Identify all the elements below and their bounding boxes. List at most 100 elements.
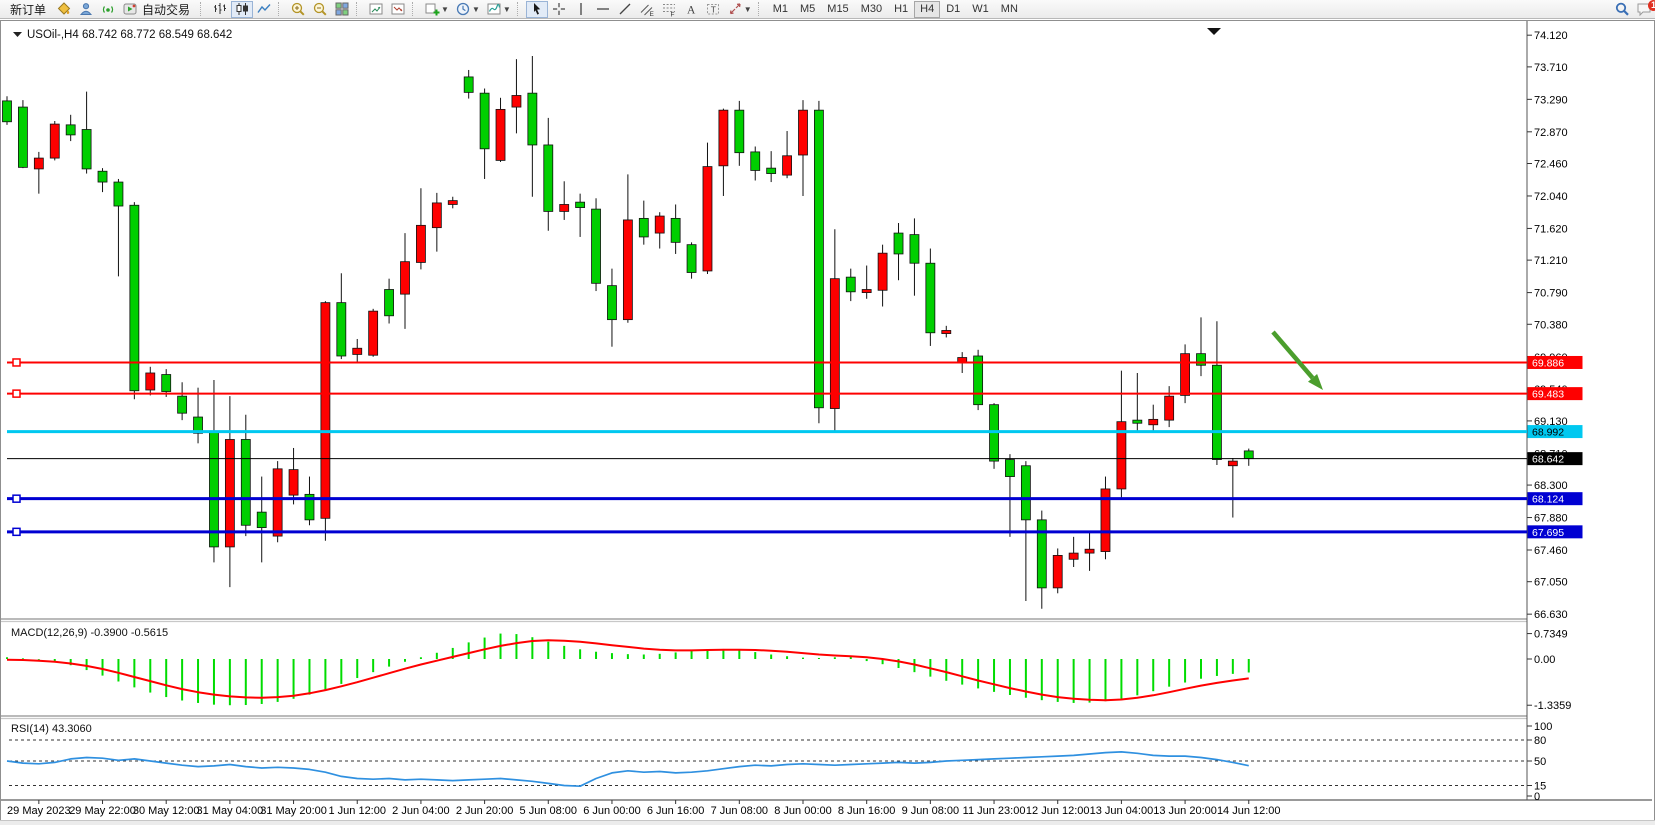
candlestick-chart-icon[interactable] — [231, 1, 253, 18]
timeframe-button-m15[interactable]: M15 — [821, 1, 854, 18]
candle-body — [639, 218, 648, 237]
price-line-handle[interactable] — [13, 359, 20, 366]
bar-chart-icon[interactable] — [209, 1, 231, 18]
candle-body — [1069, 553, 1078, 559]
fibonacci-icon[interactable]: F — [658, 1, 680, 18]
time-tick-label: 14 Jun 12:00 — [1217, 805, 1281, 817]
candle-body — [432, 203, 441, 228]
toolbar-separator — [200, 2, 205, 16]
candle-body — [353, 348, 362, 354]
trendline-icon[interactable] — [614, 1, 636, 18]
candle-body — [1149, 419, 1158, 424]
timeframe-button-d1[interactable]: D1 — [940, 1, 966, 18]
text-icon[interactable]: A — [680, 1, 702, 18]
indicator-window-icon[interactable] — [387, 1, 409, 18]
price-line-handle[interactable] — [13, 528, 20, 535]
add-indicator-button[interactable]: ▼ — [421, 1, 452, 18]
crosshair-icon[interactable] — [548, 1, 570, 18]
timeframe-button-h1[interactable]: H1 — [888, 1, 914, 18]
candle-body — [1212, 365, 1221, 459]
vertical-line-icon[interactable] — [570, 1, 592, 18]
time-tick-label: 9 Jun 08:00 — [902, 805, 960, 817]
notification-badge: 1 — [1648, 0, 1655, 11]
chart-window: 74.12073.71073.29072.87072.46072.04071.6… — [0, 20, 1655, 821]
periods-button[interactable]: ▼ — [452, 1, 483, 18]
annotation-arrow[interactable] — [1273, 332, 1313, 378]
timeframe-button-w1[interactable]: W1 — [966, 1, 995, 18]
candle-body — [146, 373, 155, 390]
timeframe-button-h4[interactable]: H4 — [914, 1, 940, 18]
horizontal-line-icon[interactable] — [592, 1, 614, 18]
candle-body — [114, 182, 123, 206]
candle-body — [767, 168, 776, 173]
candle-body — [416, 225, 425, 262]
candle-body — [1133, 420, 1142, 423]
candle-body — [241, 439, 250, 525]
price-tick-label: 73.290 — [1534, 94, 1568, 106]
timeframe-button-mn[interactable]: MN — [995, 1, 1024, 18]
candle-body — [719, 110, 728, 166]
templates-button[interactable]: ▼ — [483, 1, 514, 18]
price-tick-label: 72.870 — [1534, 127, 1568, 139]
zoom-in-icon[interactable] — [287, 1, 309, 18]
price-tag-label: 69.483 — [1532, 389, 1564, 401]
timeframe-button-m5[interactable]: M5 — [794, 1, 821, 18]
price-tag-label: 67.695 — [1532, 527, 1564, 539]
candle-body — [751, 152, 760, 171]
candle-body — [257, 512, 266, 527]
price-tick-label: 67.460 — [1534, 545, 1568, 557]
candle-body — [592, 209, 601, 283]
text-label-icon[interactable]: T — [702, 1, 724, 18]
candle-body — [1228, 461, 1237, 466]
line-chart-icon[interactable] — [253, 1, 275, 18]
candle-body — [480, 93, 489, 149]
price-tag-label: 69.886 — [1532, 357, 1564, 369]
status-strip — [0, 820, 1655, 825]
chevron-down-icon: ▼ — [503, 5, 511, 14]
candle-body — [544, 145, 553, 211]
autotrading-button[interactable]: 自动交易 — [119, 1, 197, 18]
symbol-dropdown-icon[interactable] — [13, 32, 22, 37]
rsi-tick-label: 100 — [1534, 721, 1552, 733]
time-tick-label: 13 Jun 20:00 — [1153, 805, 1217, 817]
toolbar-separator — [517, 2, 522, 16]
signals-icon[interactable] — [97, 1, 119, 18]
price-line-handle[interactable] — [13, 390, 20, 397]
price-tick-label: 73.710 — [1534, 62, 1568, 74]
candle-body — [1021, 466, 1030, 520]
search-icon[interactable] — [1611, 1, 1633, 18]
price-tick-label: 66.630 — [1534, 609, 1568, 621]
timeframe-button-m1[interactable]: M1 — [767, 1, 794, 18]
data-window-icon[interactable] — [365, 1, 387, 18]
candle-body — [1181, 354, 1190, 396]
chat-icon[interactable]: 1 — [1633, 1, 1655, 18]
candle-body — [448, 201, 457, 205]
macd-tick-label: 0.00 — [1534, 654, 1555, 666]
chart-shift-marker[interactable] — [1207, 28, 1221, 35]
zoom-out-icon[interactable] — [309, 1, 331, 18]
time-tick-label: 11 Jun 23:00 — [963, 805, 1026, 817]
price-tag-label: 68.992 — [1532, 427, 1564, 439]
tile-windows-icon[interactable] — [331, 1, 353, 18]
chevron-down-icon: ▼ — [744, 5, 752, 14]
time-tick-label: 2 Jun 20:00 — [456, 805, 514, 817]
candle-body — [66, 125, 75, 135]
price-tick-label: 74.120 — [1534, 30, 1568, 42]
svg-text:T: T — [711, 4, 716, 14]
candle-body — [623, 220, 632, 320]
timeframe-button-m30[interactable]: M30 — [855, 1, 888, 18]
equidistant-channel-icon[interactable]: E — [636, 1, 658, 18]
chart-canvas[interactable]: 74.12073.71073.29072.87072.46072.04071.6… — [1, 21, 1654, 820]
publish-icon[interactable] — [75, 1, 97, 18]
toolbar: 新订单自动交易▼▼▼EFAT▼M1M5M15M30H1H4D1W1MN1 — [0, 0, 1655, 19]
candle-body — [560, 204, 569, 211]
chart-colors-bucket-icon[interactable] — [53, 1, 75, 18]
chart-title: USOil-,H4 68.742 68.772 68.549 68.642 — [27, 29, 232, 41]
cursor-icon[interactable] — [526, 1, 548, 18]
arrows-icon[interactable]: ▼ — [724, 1, 755, 18]
macd-label: MACD(12,26,9) -0.3900 -0.5615 — [11, 627, 168, 639]
new-order-button[interactable]: 新订单 — [3, 1, 53, 18]
candle-body — [830, 279, 839, 409]
price-line-handle[interactable] — [13, 495, 20, 502]
candle-body — [18, 107, 27, 167]
